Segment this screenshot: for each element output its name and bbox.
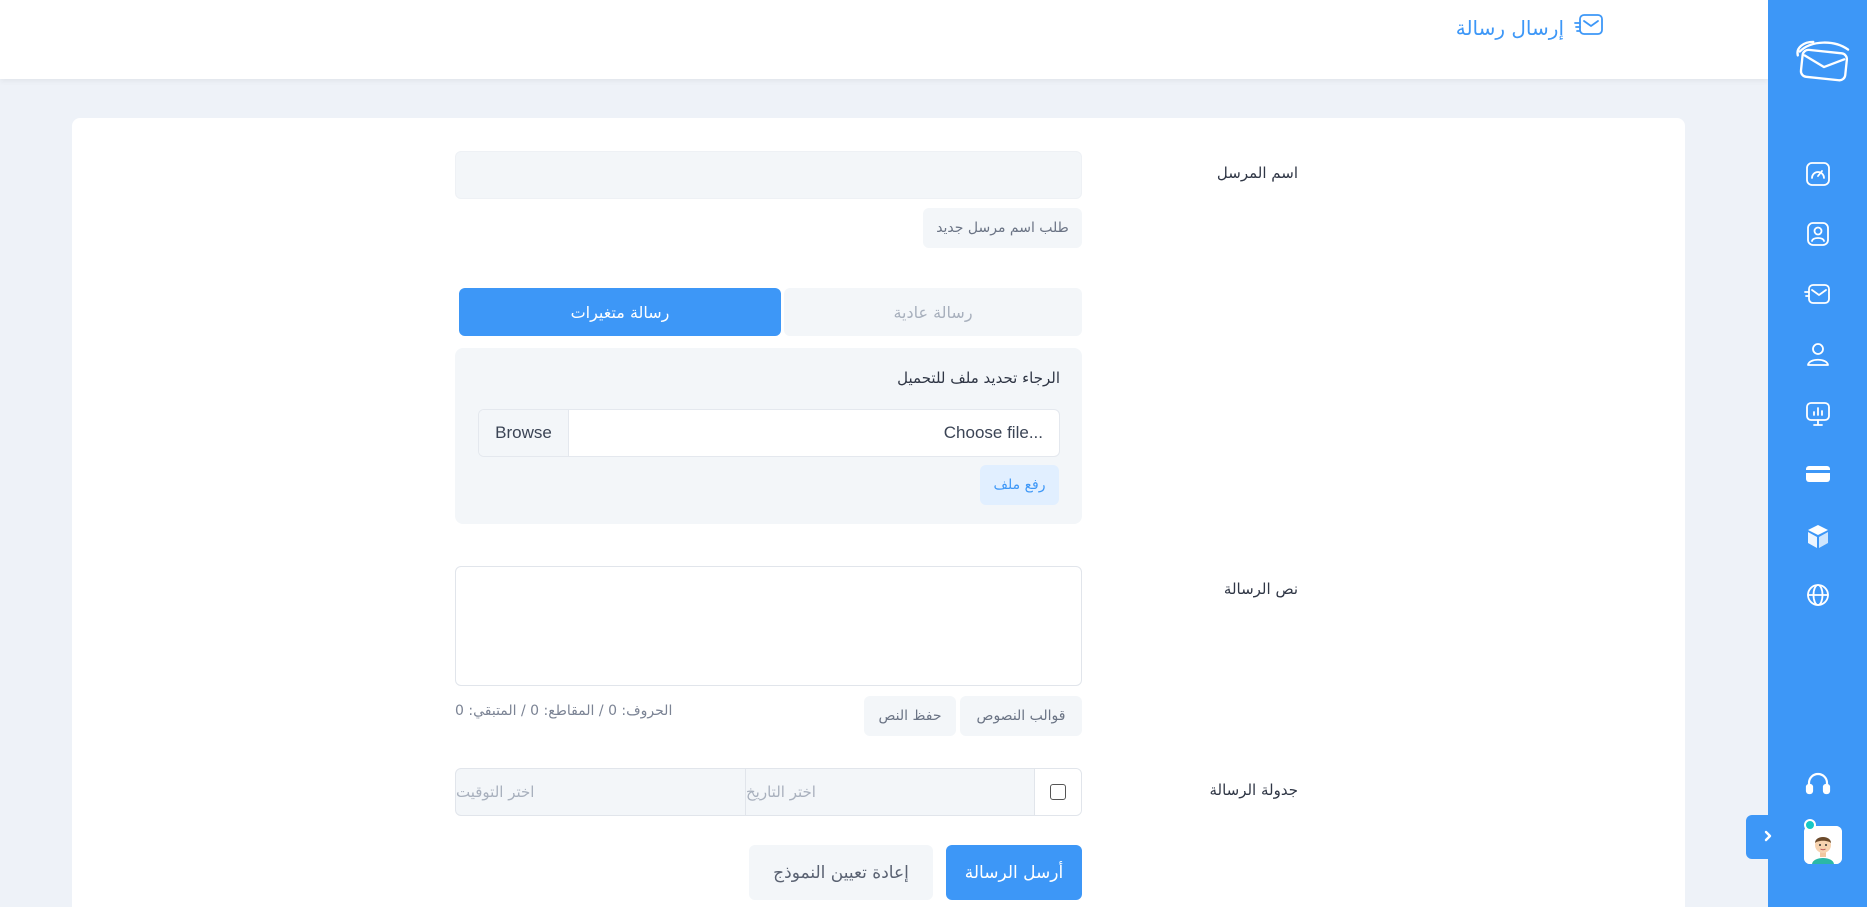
sender-name-label: اسم المرسل — [1216, 164, 1298, 182]
presentation-chart-icon[interactable] — [1800, 396, 1836, 432]
upload-file-button[interactable]: رفع ملف — [980, 465, 1059, 505]
save-text-button[interactable]: حفظ النص — [864, 696, 956, 736]
page-title: إرسال رسالة — [1456, 12, 1604, 43]
chevron-right-icon — [1761, 828, 1775, 847]
schedule-group: اختر التوقيت اختر التاريخ — [455, 768, 1082, 816]
credit-card-icon[interactable] — [1800, 456, 1836, 492]
file-upload-panel: الرجاء تحديد ملف للتحميل Browse Choose f… — [455, 348, 1082, 524]
sender-name-input[interactable] — [455, 151, 1082, 199]
headset-icon[interactable] — [1800, 765, 1836, 801]
tab-variables-message[interactable]: رسالة متغيرات — [459, 288, 781, 336]
page-title-text: إرسال رسالة — [1455, 15, 1564, 40]
envelope-logo[interactable] — [1792, 38, 1852, 86]
date-picker-input[interactable]: اختر التاريخ — [746, 769, 1035, 815]
message-text-area[interactable] — [455, 566, 1082, 686]
online-status-dot — [1804, 819, 1816, 831]
globe-icon[interactable] — [1800, 577, 1836, 613]
file-input[interactable]: Browse Choose file... — [478, 409, 1060, 457]
time-picker-input[interactable]: اختر التوقيت — [456, 769, 746, 815]
schedule-checkbox[interactable] — [1050, 784, 1066, 800]
user-icon[interactable] — [1800, 336, 1836, 372]
schedule-label: جدولة الرسالة — [1209, 781, 1298, 799]
sidebar-collapse-button[interactable] — [1746, 815, 1790, 859]
send-mail-icon[interactable] — [1800, 276, 1836, 312]
main-sidebar — [1768, 0, 1867, 907]
top-header: إرسال رسالة — [0, 0, 1768, 79]
dashboard-gauge-icon[interactable] — [1800, 156, 1836, 192]
request-sender-name-button[interactable]: طلب اسم مرسل جديد — [923, 208, 1082, 248]
tab-normal-message[interactable]: رسالة عادية — [784, 288, 1082, 336]
message-text-label: نص الرسالة — [1223, 580, 1298, 598]
box-icon[interactable] — [1800, 518, 1836, 554]
user-avatar[interactable] — [1804, 826, 1842, 864]
text-templates-button[interactable]: قوالب النصوص — [960, 696, 1082, 736]
file-input-placeholder[interactable]: Choose file... — [569, 410, 1059, 456]
character-counter: الحروف: 0 / المقاطع: 0 / المتبقي: 0 — [455, 703, 673, 719]
reset-form-button[interactable]: إعادة تعيين النموذج — [749, 845, 933, 900]
send-message-button[interactable]: أرسل الرسالة — [946, 845, 1082, 900]
browse-button[interactable]: Browse — [479, 410, 569, 456]
contact-card-icon[interactable] — [1800, 216, 1836, 252]
envelope-lines-icon — [1574, 12, 1604, 43]
send-message-card: اسم المرسل طلب اسم مرسل جديد رسالة متغير… — [72, 118, 1685, 907]
upload-instruction: الرجاء تحديد ملف للتحميل — [897, 369, 1060, 387]
schedule-checkbox-wrapper — [1035, 769, 1081, 815]
